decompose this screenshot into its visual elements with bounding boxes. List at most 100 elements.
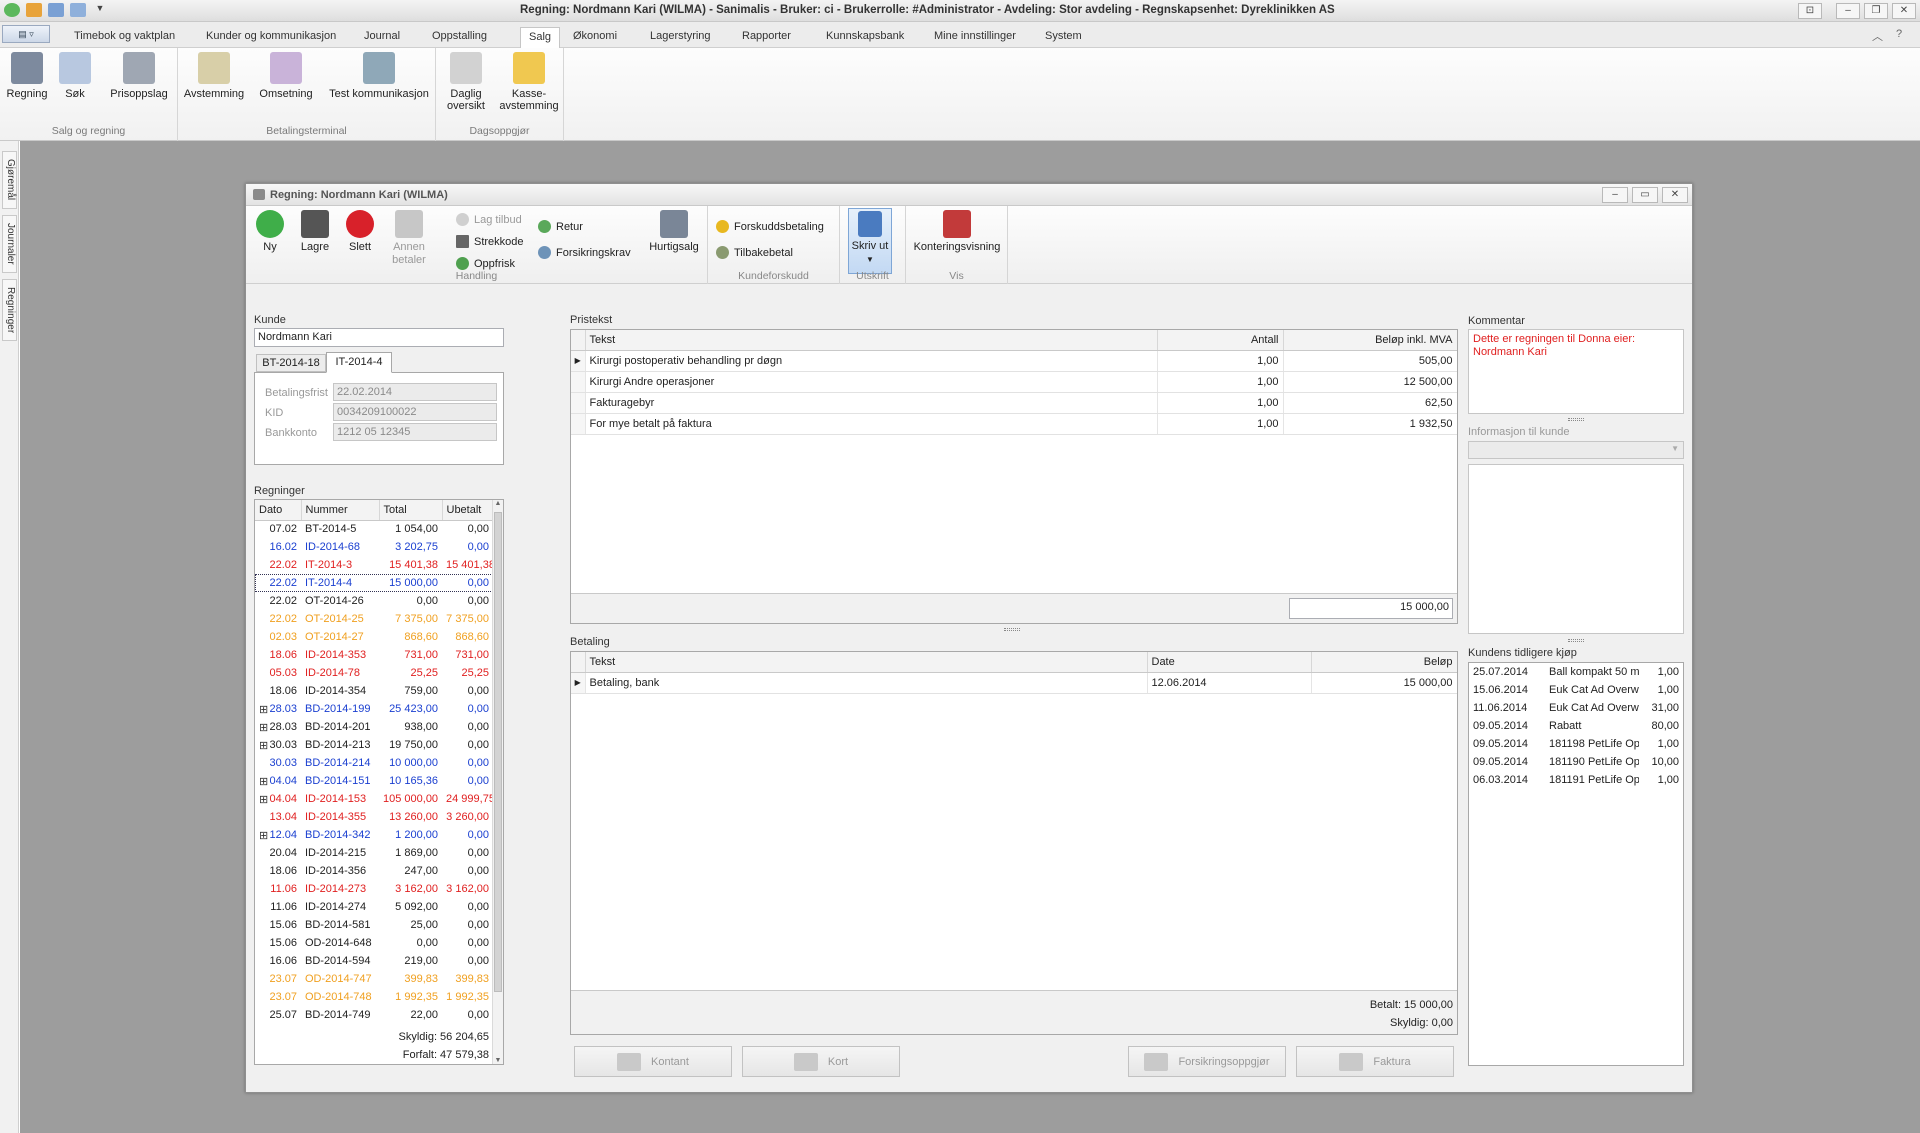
table-row[interactable]: For mye betalt på faktura 1,00 1 932,50 (571, 413, 1457, 435)
table-row[interactable]: 18.06 ID-2014-353 731,00 731,00 (255, 646, 493, 664)
table-row[interactable]: 15.06 OD-2014-648 0,00 0,00 (255, 934, 493, 952)
collapse-ribbon-icon[interactable]: ︿ (1872, 28, 1883, 44)
expand-icon[interactable]: ⊞ (259, 739, 268, 752)
splitter-handle[interactable] (1004, 628, 1020, 631)
comment-field[interactable]: Dette er regningen til Donna eier: Nordm… (1468, 329, 1684, 414)
daglig-oversikt-button[interactable]: Daglig oversikt (440, 52, 492, 112)
forsikringskrav-button[interactable]: Forsikringskrav (538, 246, 631, 259)
oppfrisk-button[interactable]: Oppfrisk (456, 257, 515, 270)
avstemming-button[interactable]: Avstemming (182, 52, 246, 100)
column-header[interactable]: Total (379, 500, 443, 521)
tab-salg[interactable]: Salg (520, 27, 561, 48)
tab-timebok-og-vaktplan[interactable]: Timebok og vaktplan (74, 27, 175, 48)
help-icon[interactable]: ? (1896, 28, 1902, 40)
sidebar-tab-gjoremal[interactable]: Gjøremål (2, 151, 17, 209)
table-row[interactable]: ▶ Betaling, bank 12.06.2014 15 000,00 (571, 672, 1457, 694)
column-header[interactable]: Dato (255, 500, 302, 521)
kasse-avstemming-button[interactable]: Kasse-avstemming (498, 52, 560, 112)
table-row[interactable]: 22.02 IT-2014-4 15 000,00 0,00 (255, 574, 493, 592)
restore-layout-button[interactable]: ⊡ (1798, 3, 1822, 19)
table-row[interactable]: 25.07 BD-2014-749 22,00 0,00 (255, 1006, 493, 1024)
tilbakebetal-button[interactable]: Tilbakebetal (716, 246, 793, 259)
expand-icon[interactable]: ⊞ (259, 793, 268, 806)
table-row[interactable]: ⊞ 28.03 BD-2014-201 938,00 0,00 (255, 718, 493, 736)
regning-button[interactable]: Regning (4, 52, 50, 100)
info-select[interactable]: ▼ (1468, 441, 1684, 459)
lagre-button[interactable]: Lagre (297, 210, 333, 254)
table-row[interactable]: Fakturagebyr 1,00 62,50 (571, 392, 1457, 414)
tab-rapporter[interactable]: Rapporter (742, 27, 791, 48)
list-item[interactable]: 09.05.2014 181190 PetLife Op 10,00 (1469, 753, 1683, 771)
table-row[interactable]: 20.04 ID-2014-215 1 869,00 0,00 (255, 844, 493, 862)
tools-icon[interactable] (26, 3, 42, 17)
konteringsvisning-button[interactable]: Konteringsvisning (910, 210, 1004, 254)
table-row[interactable]: 30.03 BD-2014-214 10 000,00 0,00 (255, 754, 493, 772)
prisoppslag-button[interactable]: Prisoppslag (108, 52, 170, 100)
scroll-down-icon[interactable]: ▼ (493, 1057, 503, 1064)
tab-kunnskapsbank[interactable]: Kunnskapsbank (826, 27, 904, 48)
ny-button[interactable]: Ny (252, 210, 288, 254)
retur-button[interactable]: Retur (538, 220, 583, 233)
expand-icon[interactable]: ⊞ (259, 721, 268, 734)
betalingsfrist-field[interactable]: 22.02.2014 (333, 383, 497, 401)
list-item[interactable]: 15.06.2014 Euk Cat Ad Overweight 1,00 (1469, 681, 1683, 699)
refresh-icon[interactable] (4, 3, 20, 17)
tab-bt-2014-18[interactable]: BT-2014-18 (256, 354, 326, 372)
info-text-field[interactable] (1468, 464, 1684, 634)
scroll-up-icon[interactable]: ▲ (493, 500, 503, 507)
tab-journal[interactable]: Journal (364, 27, 400, 48)
table-row[interactable]: 16.02 ID-2014-68 3 202,75 0,00 (255, 538, 493, 556)
table-row[interactable]: 05.03 ID-2014-78 25,25 25,25 (255, 664, 493, 682)
table-row[interactable]: 22.02 OT-2014-25 7 375,00 7 375,00 (255, 610, 493, 628)
list-item[interactable]: 25.07.2014 Ball kompakt 50 mm 1,00 (1469, 663, 1683, 681)
expand-icon[interactable]: ⊞ (259, 829, 268, 842)
table-row[interactable]: 11.06 ID-2014-273 3 162,00 3 162,00 (255, 880, 493, 898)
windows-icon[interactable] (70, 3, 86, 17)
table-row[interactable]: 18.06 ID-2014-354 759,00 0,00 (255, 682, 493, 700)
tab-oppstalling[interactable]: Oppstalling (432, 27, 487, 48)
table-row[interactable]: ⊞ 04.04 ID-2014-153 105 000,00 24 999,75 (255, 790, 493, 808)
column-header[interactable]: Tekst (585, 330, 1158, 351)
splitter-handle[interactable] (1568, 639, 1584, 642)
table-row[interactable]: 23.07 OD-2014-748 1 992,35 1 992,35 (255, 988, 493, 1006)
table-row[interactable]: 22.02 OT-2014-26 0,00 0,00 (255, 592, 493, 610)
hurtigsalg-button[interactable]: Hurtigsalg (646, 210, 702, 254)
slett-button[interactable]: Slett (342, 210, 378, 254)
tab-lagerstyring[interactable]: Lagerstyring (650, 27, 711, 48)
sok-button[interactable]: Søk (56, 52, 94, 100)
close-button[interactable]: ✕ (1892, 3, 1916, 19)
column-header[interactable]: Beløp inkl. MVA (1283, 330, 1457, 351)
customer-name-field[interactable]: Nordmann Kari (254, 328, 504, 347)
win-minimize-button[interactable]: – (1602, 187, 1628, 203)
column-header[interactable]: Date (1147, 652, 1312, 673)
table-row[interactable]: 13.04 ID-2014-355 13 260,00 3 260,00 (255, 808, 493, 826)
win-close-button[interactable]: ✕ (1662, 187, 1688, 203)
strekkode-button[interactable]: Strekkode (456, 235, 524, 248)
forsikringsoppgjor-button[interactable]: Forsikringsoppgjør (1128, 1046, 1286, 1077)
annen-betaler-button[interactable]: Annen betaler (386, 210, 432, 267)
omsetning-button[interactable]: Omsetning (256, 52, 316, 100)
app-menu-button[interactable]: ▤ ▿ (2, 25, 50, 43)
splitter-handle[interactable] (1568, 418, 1584, 421)
table-row[interactable]: ⊞ 04.04 BD-2014-151 10 165,36 0,00 (255, 772, 493, 790)
tab-mine-innstillinger[interactable]: Mine innstillinger (934, 27, 1016, 48)
table-row[interactable]: ⊞ 12.04 BD-2014-342 1 200,00 0,00 (255, 826, 493, 844)
win-maximize-button[interactable]: ▭ (1632, 187, 1658, 203)
table-row[interactable]: 07.02 BT-2014-5 1 054,00 0,00 (255, 520, 493, 538)
scroll-thumb[interactable] (494, 512, 502, 992)
expand-icon[interactable]: ⊞ (259, 775, 268, 788)
tab-it-2014-4[interactable]: IT-2014-4 (326, 352, 392, 373)
sidebar-tab-journaler[interactable]: Journaler (2, 215, 17, 273)
column-header[interactable]: Antall (1157, 330, 1284, 351)
column-header[interactable]: Ubetalt (442, 500, 494, 521)
column-header[interactable]: Tekst (585, 652, 1148, 673)
table-row[interactable]: ▶ Kirurgi postoperativ behandling pr døgn… (571, 350, 1457, 372)
table-row[interactable]: 22.02 IT-2014-3 15 401,38 15 401,38 (255, 556, 493, 574)
table-row[interactable]: ⊞ 30.03 BD-2014-213 19 750,00 0,00 (255, 736, 493, 754)
bills-scrollbar[interactable]: ▲ ▼ (492, 500, 503, 1064)
customize-qat-icon[interactable]: ▼ (92, 3, 108, 17)
table-row[interactable]: 15.06 BD-2014-581 25,00 0,00 (255, 916, 493, 934)
kort-button[interactable]: Kort (742, 1046, 900, 1077)
table-row[interactable]: Kirurgi Andre operasjoner 1,00 12 500,00 (571, 371, 1457, 393)
table-row[interactable]: 23.07 OD-2014-747 399,83 399,83 (255, 970, 493, 988)
